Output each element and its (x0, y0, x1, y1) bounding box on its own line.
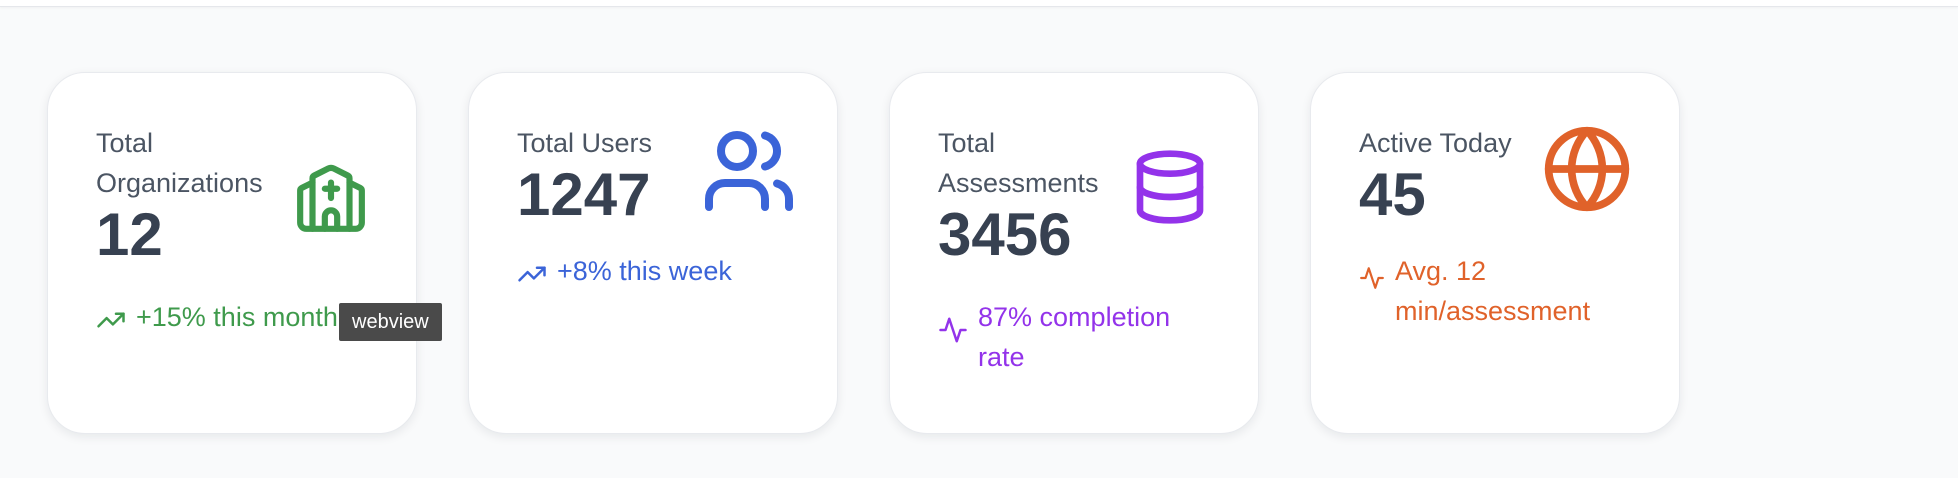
stat-value-users: 1247 (517, 161, 651, 228)
stat-card-organizations[interactable]: Total Organizations 12 +15% this month (47, 72, 417, 434)
stat-trend-assessments: 87% completion rate (938, 297, 1210, 377)
trending-up-icon (97, 312, 125, 328)
top-bar (0, 0, 1958, 7)
stat-trend-organizations: +15% this month (96, 297, 368, 337)
users-icon (701, 123, 797, 219)
stat-value-active-today: 45 (1359, 161, 1426, 228)
activity-icon (1360, 267, 1384, 289)
stat-label-active-today: Active Today (1359, 128, 1512, 158)
stat-value-organizations: 12 (96, 201, 163, 268)
stats-cards: Total Organizations 12 +15% this month T… (47, 72, 1680, 434)
stat-label-organizations: Total Organizations (96, 128, 263, 198)
stat-trend-active-today: Avg. 12 min/assessment (1359, 251, 1631, 331)
globe-icon (1541, 123, 1633, 215)
stat-label-assessments: Total Assessments (938, 128, 1099, 198)
stat-card-active-today[interactable]: Active Today 45 Avg. 12 min/assessment (1310, 72, 1680, 434)
stat-value-assessments: 3456 (938, 201, 1072, 268)
church-icon (294, 161, 368, 235)
stat-card-assessments[interactable]: Total Assessments 3456 87% completion ra… (889, 72, 1259, 434)
activity-icon (939, 317, 967, 343)
stat-card-users[interactable]: Total Users 1247 +8% this week (468, 72, 838, 434)
webview-tooltip: webview (339, 303, 442, 341)
stat-trend-users: +8% this week (517, 251, 789, 291)
stat-label-users: Total Users (517, 128, 653, 158)
trending-up-icon (518, 266, 546, 282)
database-icon (1130, 147, 1210, 227)
